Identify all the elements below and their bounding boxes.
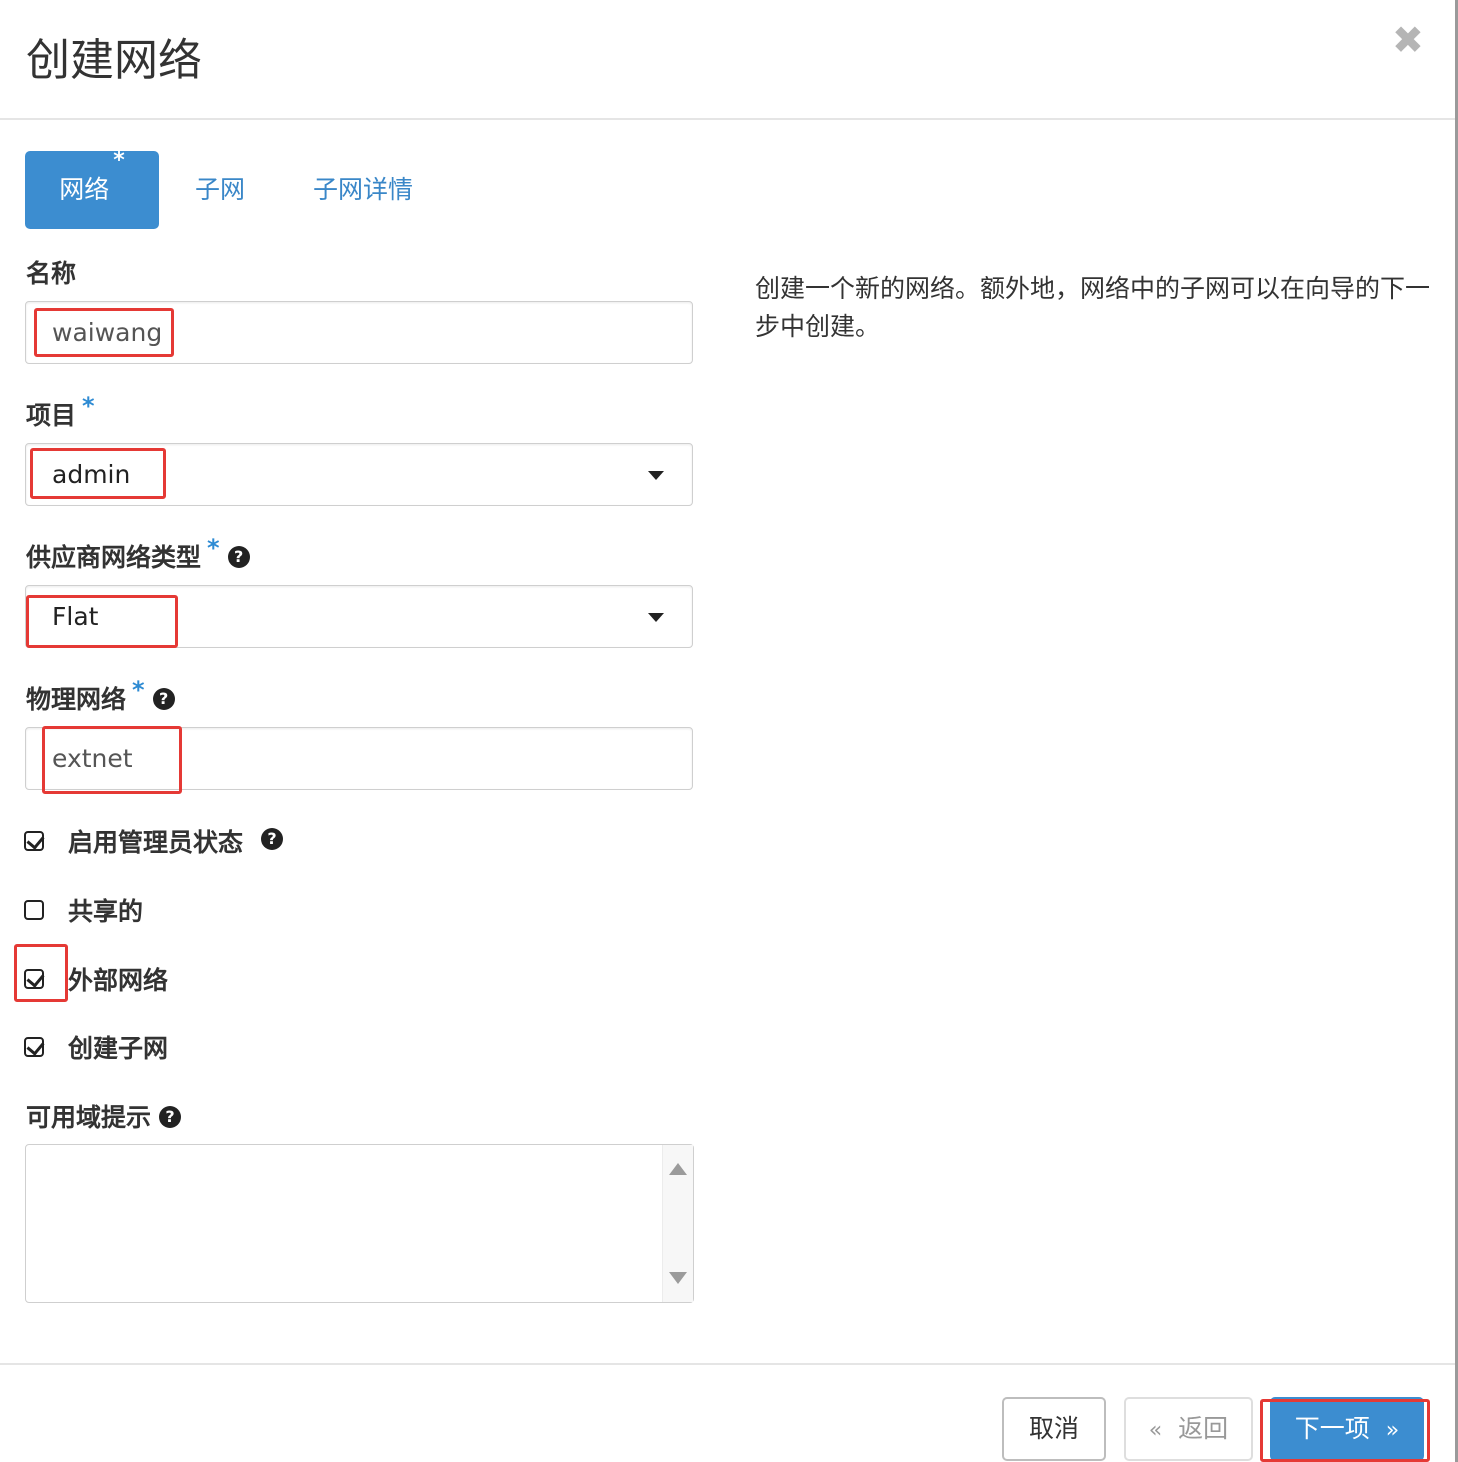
scroll-down-icon[interactable] [669,1272,687,1284]
admin-state-checkbox[interactable] [24,831,44,851]
provider-network-type-value: Flat [52,602,99,631]
scrollbar[interactable] [662,1145,693,1302]
create-subnet-row[interactable]: 创建子网 [24,1032,169,1063]
double-chevron-left-icon: « [1148,1418,1163,1443]
shared-checkbox[interactable] [24,900,44,920]
shared-label: 共享的 [68,897,144,926]
help-circle-icon[interactable]: ? [261,828,284,850]
back-button-label: 返回 [1178,1414,1229,1443]
physical-network-label: 物理网络 *? [26,676,175,716]
project-label: 项目 * [26,392,95,430]
admin-state-row[interactable]: 启用管理员状态 ? [24,826,284,857]
availability-zone-hints-listbox[interactable] [25,1144,694,1303]
close-icon[interactable]: ✖ [1392,18,1424,62]
header-divider [0,118,1455,120]
help-description: 创建一个新的网络。额外地，网络中的子网可以在向导的下一步中创建。 [755,274,1431,341]
physical-network-input[interactable]: extnet [25,727,693,790]
required-mark: * [132,676,145,704]
caret-down-icon [648,613,664,622]
shared-row[interactable]: 共享的 [24,895,144,926]
cancel-button[interactable]: 取消 [1002,1397,1106,1461]
tab-network-label: 网络 [59,175,110,204]
provider-network-type-label: 供应商网络类型 *? [26,534,250,574]
tab-subnet[interactable]: 子网 [195,151,245,229]
physical-network-value: extnet [52,744,133,773]
external-network-row[interactable]: 外部网络 [24,964,169,995]
next-button[interactable]: 下一项 » [1270,1397,1424,1461]
name-input-value: waiwang [52,318,163,347]
create-subnet-label: 创建子网 [68,1034,169,1063]
name-input[interactable]: waiwang [25,301,693,364]
name-label: 名称 [26,259,77,288]
external-network-label: 外部网络 [68,966,169,995]
tab-network[interactable]: 网络* [25,148,159,229]
next-button-label: 下一项 [1294,1414,1370,1443]
required-mark: * [207,534,220,562]
provider-network-type-select[interactable]: Flat [25,585,693,648]
project-select-value: admin [52,460,131,489]
double-chevron-right-icon: » [1385,1418,1400,1443]
help-circle-icon[interactable]: ? [152,688,175,710]
help-circle-icon[interactable]: ? [227,546,250,568]
footer-divider [0,1363,1455,1365]
external-network-checkbox[interactable] [24,969,44,989]
scroll-up-icon[interactable] [669,1163,687,1175]
create-subnet-checkbox[interactable] [24,1037,44,1057]
help-circle-icon[interactable]: ? [159,1106,182,1128]
availability-zone-hints-label: 可用域提示? [26,1098,182,1134]
required-mark: * [82,392,95,420]
admin-state-label: 启用管理员状态 [68,828,244,857]
tab-subnet-details[interactable]: 子网详情 [313,151,413,229]
dialog-title: 创建网络 [26,35,202,86]
required-mark: * [113,148,125,173]
caret-down-icon [648,471,664,480]
back-button[interactable]: « 返回 [1124,1397,1253,1461]
project-select[interactable]: admin [25,443,693,506]
